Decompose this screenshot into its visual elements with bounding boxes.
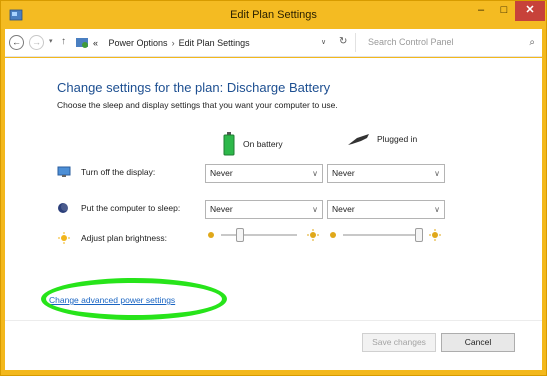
- refresh-icon[interactable]: ↻: [339, 36, 347, 47]
- dim-sun-icon: [330, 232, 336, 238]
- window-title: Edit Plan Settings: [230, 9, 317, 21]
- crumb-power-options[interactable]: Power Options: [109, 38, 168, 48]
- address-bar: ← → ▾ ↑ « Power Options › Edit Plan Sett…: [5, 29, 542, 57]
- display-row-label: Turn off the display:: [57, 166, 155, 178]
- up-arrow-icon[interactable]: ↑: [61, 36, 66, 47]
- monitor-icon: [57, 166, 71, 177]
- close-button[interactable]: ✕: [515, 1, 545, 21]
- slider-thumb[interactable]: [236, 228, 244, 242]
- divider: [5, 320, 542, 321]
- page-description: Choose the sleep and display settings th…: [57, 100, 338, 110]
- recent-locations-icon[interactable]: ▾: [49, 37, 53, 45]
- search-input[interactable]: Search Control Panel ⌕: [355, 33, 539, 52]
- cancel-button[interactable]: Cancel: [441, 333, 515, 352]
- search-placeholder: Search Control Panel: [368, 37, 454, 47]
- display-plugged-select[interactable]: Never ∨: [327, 164, 445, 183]
- maximize-button[interactable]: □: [493, 1, 515, 21]
- bright-sun-icon: [307, 229, 319, 241]
- highlight-ellipse: [41, 278, 227, 320]
- crumb-edit-plan-settings[interactable]: Edit Plan Settings: [179, 38, 250, 48]
- display-battery-select[interactable]: Never ∨: [205, 164, 323, 183]
- bright-sun-icon: [429, 229, 441, 241]
- sun-icon: [58, 232, 70, 244]
- plug-icon: [348, 134, 369, 145]
- brightness-row-label: Adjust plan brightness:: [57, 232, 167, 244]
- moon-icon: [58, 203, 69, 213]
- slider-track: [221, 234, 297, 236]
- chevron-down-icon: ∨: [434, 169, 440, 178]
- slider-thumb[interactable]: [415, 228, 423, 242]
- forward-button[interactable]: →: [29, 35, 44, 50]
- search-icon[interactable]: ⌕: [529, 33, 535, 52]
- on-battery-header: On battery: [223, 132, 283, 156]
- brightness-plugged-slider[interactable]: [329, 228, 447, 242]
- page-title: Change settings for the plan: Discharge …: [57, 80, 331, 95]
- save-changes-button[interactable]: Save changes: [362, 333, 436, 352]
- crumb-separator: ›: [171, 37, 175, 48]
- back-button[interactable]: ←: [9, 35, 24, 50]
- sleep-row-label: Put the computer to sleep:: [57, 202, 180, 214]
- chevron-down-icon: ∨: [312, 205, 318, 214]
- address-dropdown-icon[interactable]: ∨: [321, 38, 326, 46]
- battery-icon: [223, 132, 235, 156]
- chevron-down-icon: ∨: [312, 169, 318, 178]
- slider-track: [343, 234, 419, 236]
- sleep-battery-select[interactable]: Never ∨: [205, 200, 323, 219]
- edit-plan-window: Edit Plan Settings – □ ✕ ← → ▾ ↑ « Power…: [0, 0, 547, 376]
- plugged-in-header: Plugged in: [347, 132, 417, 146]
- chevron-down-icon: ∨: [434, 205, 440, 214]
- control-panel-icon: [76, 37, 88, 48]
- minimize-button[interactable]: –: [469, 1, 493, 21]
- brightness-battery-slider[interactable]: [207, 228, 325, 242]
- crumb-overflow[interactable]: «: [93, 38, 98, 48]
- main-content: Change settings for the plan: Discharge …: [5, 58, 542, 370]
- dim-sun-icon: [208, 232, 214, 238]
- title-bar[interactable]: Edit Plan Settings – □ ✕: [1, 1, 546, 29]
- sleep-plugged-select[interactable]: Never ∨: [327, 200, 445, 219]
